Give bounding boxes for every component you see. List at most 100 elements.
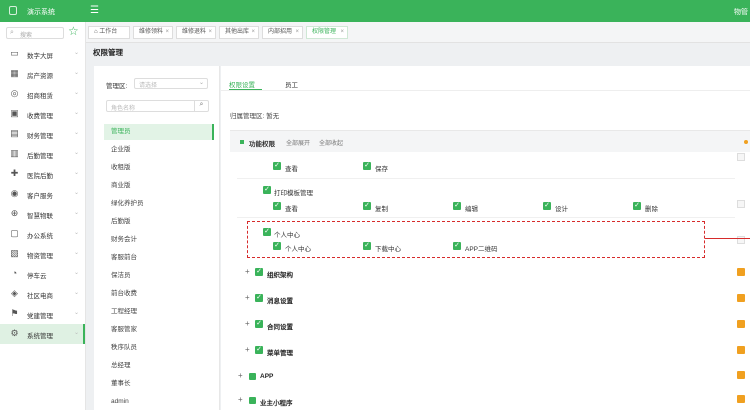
group-status-box[interactable] [737, 346, 745, 354]
role-item[interactable]: 董事长 [104, 376, 214, 392]
checkbox-print-template[interactable]: ✓ [263, 186, 271, 194]
tab-permission-settings[interactable]: 权限设置 [229, 79, 255, 89]
checkbox-view[interactable]: ✓ [273, 202, 281, 210]
annotation-line [705, 238, 750, 239]
module-label: 业主小程序 [260, 400, 293, 407]
role-item[interactable]: 客服管家 [104, 322, 214, 338]
group-status-box[interactable] [737, 268, 745, 276]
chevron-down-icon: ⌄ [74, 310, 80, 316]
role-search-input[interactable]: 角色名称 ⌕ [106, 100, 209, 112]
top-bar: 演示系统 ☰ 物管 [0, 0, 750, 22]
sidebar-item-ecommerce[interactable]: ◈ 社区电商 ⌄ [0, 284, 85, 304]
checkbox-label: 编辑 [465, 206, 478, 213]
menu-toggle-icon[interactable]: ☰ [90, 5, 99, 16]
tab-internal-use[interactable]: 内部招用 × [262, 26, 303, 39]
tab-repair-pick[interactable]: 维修领料 × [133, 26, 173, 39]
role-item[interactable]: admin [104, 394, 214, 410]
header-dot-icon [240, 140, 244, 144]
sidebar-item-leasing[interactable]: ◎ 招商租赁 ⌄ [0, 84, 85, 104]
expand-plus-icon[interactable]: + [245, 293, 250, 302]
role-item[interactable]: 企业版 [104, 142, 214, 158]
close-icon[interactable]: × [165, 27, 169, 38]
role-item[interactable]: 保洁员 [104, 268, 214, 284]
mgmt-area-label: 管理区: [106, 83, 128, 90]
sidebar-item-logistics[interactable]: ▥ 后勤管理 ⌄ [0, 144, 85, 164]
sidebar-item-iot[interactable]: ⊕ 智慧物联 ⌄ [0, 204, 85, 224]
role-item[interactable]: 秩序队员 [104, 340, 214, 356]
expand-plus-icon[interactable]: + [238, 395, 243, 404]
sidebar-item-office[interactable]: ▢ 办公系统 ⌄ [0, 224, 85, 244]
tab-employees[interactable]: 员工 [285, 79, 298, 89]
checkbox-group[interactable]: ✓ [255, 346, 263, 354]
close-icon[interactable]: × [251, 27, 255, 38]
role-item[interactable]: 客服前台 [104, 250, 214, 266]
collapse-all-link[interactable]: 全部收起 [319, 138, 343, 147]
role-panel: 管理区: 请选择 ⌄ 角色名称 ⌕ 管理员 企业版 收租版 商业版 绿化养护员 … [94, 66, 220, 410]
chevron-down-icon: ⌄ [74, 50, 80, 56]
parking-icon: ◔ [11, 268, 18, 278]
office-icon: ▢ [10, 228, 19, 238]
tab-other-outbound[interactable]: 其他出库 × [219, 26, 259, 39]
divider [237, 217, 735, 218]
sidebar-item-property[interactable]: ▦ 房产资源 ⌄ [0, 64, 85, 84]
checkbox-label: 查看 [285, 206, 298, 213]
row-toggle-box[interactable] [737, 200, 745, 208]
close-icon[interactable]: × [295, 27, 299, 38]
role-item-admin[interactable]: 管理员 [104, 124, 214, 140]
role-item[interactable]: 财务会计 [104, 232, 214, 248]
expand-all-link[interactable]: 全部展开 [286, 138, 310, 147]
sidebar-item-hospital[interactable]: ✚ 医院后勤 ⌄ [0, 164, 85, 184]
role-item[interactable]: 后勤版 [104, 214, 214, 230]
close-icon[interactable]: × [208, 27, 212, 38]
handshake-icon: ◎ [10, 88, 19, 98]
sidebar-item-billing[interactable]: ▣ 收费管理 ⌄ [0, 104, 85, 124]
tab-permission-management[interactable]: 权限管理 × [306, 26, 348, 39]
favorite-star-icon[interactable]: ☆ [68, 24, 79, 38]
tab-divider [221, 90, 750, 91]
tab-workbench[interactable]: ⌂ 工作台 [88, 26, 130, 39]
checkbox-group[interactable]: ✓ [255, 320, 263, 328]
group-status-box[interactable] [737, 294, 745, 302]
role-item[interactable]: 前台收费 [104, 286, 214, 302]
expand-plus-icon[interactable]: + [238, 371, 243, 380]
close-icon[interactable]: × [340, 27, 344, 38]
checkbox-view[interactable]: ✓ [273, 162, 281, 170]
tab-repair-return[interactable]: 维修退料 × [176, 26, 216, 39]
checkbox-group[interactable]: ✓ [255, 268, 263, 276]
expand-plus-icon[interactable]: + [245, 319, 250, 328]
checkbox-design[interactable]: ✓ [543, 202, 551, 210]
sidebar-item-finance[interactable]: ▤ 财务管理 ⌄ [0, 124, 85, 144]
checkbox-delete[interactable]: ✓ [633, 202, 641, 210]
chevron-down-icon: ⌄ [74, 330, 80, 336]
expand-plus-icon[interactable]: + [245, 345, 250, 354]
chevron-down-icon: ⌄ [74, 90, 80, 96]
role-item[interactable]: 总经理 [104, 358, 214, 374]
sidebar-item-parking[interactable]: ◔ 停车云 ⌄ [0, 264, 85, 284]
group-status-box[interactable] [737, 395, 745, 403]
checkbox-edit[interactable]: ✓ [453, 202, 461, 210]
mgmt-area-select[interactable]: 请选择 ⌄ [134, 78, 208, 89]
search-icon[interactable]: ⌕ [194, 101, 208, 111]
group-label: 合同设置 [267, 324, 293, 331]
sidebar-item-system[interactable]: ⚙ 系统管理 ⌄ [0, 324, 85, 344]
role-item[interactable]: 工程经理 [104, 304, 214, 320]
sidebar-item-customer[interactable]: ◉ 客户服务 ⌄ [0, 184, 85, 204]
chevron-down-icon: ⌄ [74, 250, 80, 256]
checkbox-label: 打印模板管理 [274, 190, 313, 197]
expand-plus-icon[interactable]: + [245, 267, 250, 276]
checkbox-save[interactable]: ✓ [363, 162, 371, 170]
group-status-box[interactable] [737, 371, 745, 379]
role-item[interactable]: 绿化养护员 [104, 196, 214, 212]
sidebar-item-party[interactable]: ⚑ 党建管理 ⌄ [0, 304, 85, 324]
sidebar-item-materials[interactable]: ▧ 物资管理 ⌄ [0, 244, 85, 264]
chevron-down-icon: ⌄ [74, 130, 80, 136]
checkbox-copy[interactable]: ✓ [363, 202, 371, 210]
checkbox-group[interactable]: ✓ [255, 294, 263, 302]
sidebar-search-input[interactable]: ⌕ 搜索 [6, 27, 64, 39]
sidebar-item-dashboard[interactable]: ▭ 数字大屏 ⌄ [0, 44, 85, 64]
role-item[interactable]: 收租版 [104, 160, 214, 176]
user-name[interactable]: 物管 [734, 7, 748, 17]
group-status-box[interactable] [737, 320, 745, 328]
role-item[interactable]: 商业版 [104, 178, 214, 194]
row-toggle-box[interactable] [737, 153, 745, 161]
